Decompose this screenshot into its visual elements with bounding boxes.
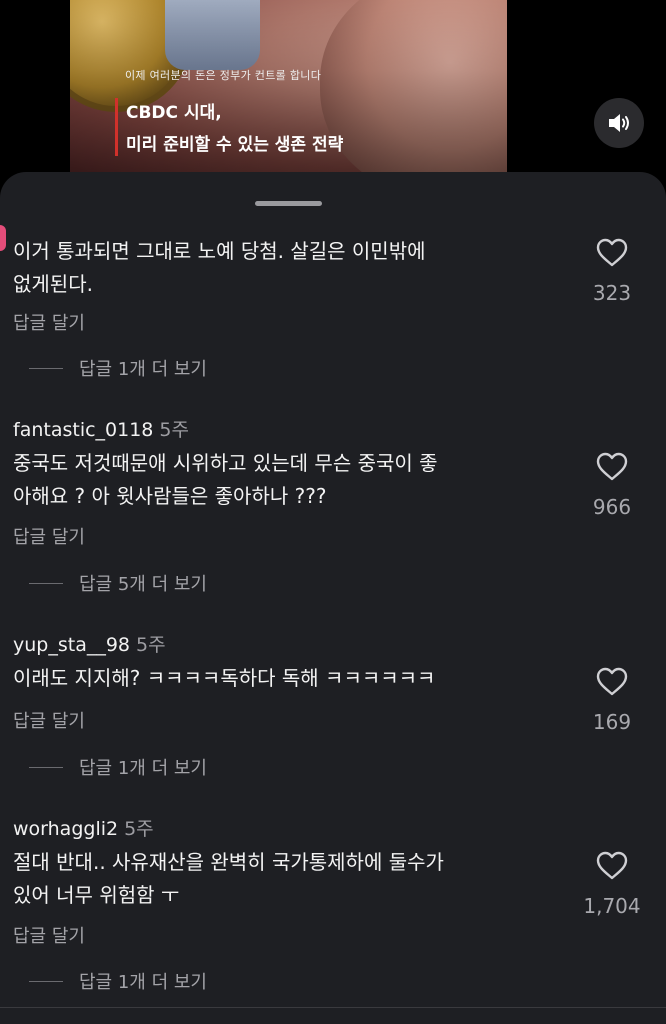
view-replies-button[interactable]: 답글 1개 더 보기	[29, 355, 207, 381]
comment-header: yup_sta__98 5주	[13, 630, 166, 657]
view-replies-label: 답글 1개 더 보기	[79, 758, 207, 779]
comment-text: 이래도 지지해? ㅋㅋㅋㅋ독하다 독해 ㅋㅋㅋㅋㅋㅋ	[13, 662, 573, 695]
comment-time: 5주	[124, 818, 154, 840]
divider-line	[29, 367, 63, 369]
comment-header: worhaggli2 5주	[13, 814, 154, 841]
reply-button[interactable]: 답글 달기	[13, 309, 85, 335]
reply-button[interactable]: 답글 달기	[13, 523, 85, 549]
view-replies-label: 답글 1개 더 보기	[79, 359, 207, 380]
view-replies-button[interactable]: 답글 5개 더 보기	[29, 570, 207, 596]
video-headline: CBDC 시대, 미리 준비할 수 있는 생존 전략	[126, 97, 343, 161]
video-player[interactable]: 이제 여러분의 돈은 정부가 컨트롤 합니다 CBDC 시대, 미리 준비할 수…	[70, 0, 507, 176]
like-button[interactable]: 169	[570, 667, 654, 734]
comment-text-line: 이거 통과되면 그대로 노예 당첨. 살길은 이민밖에	[13, 239, 426, 263]
comment-text-line: 있어 너무 위험함 ㅜ	[13, 883, 180, 907]
like-button[interactable]: 1,704	[570, 851, 654, 918]
bottom-divider	[0, 1007, 666, 1008]
like-button[interactable]: 966	[570, 452, 654, 519]
comment-username[interactable]: worhaggli2	[13, 818, 118, 840]
view-replies-label: 답글 1개 더 보기	[79, 972, 207, 993]
like-button[interactable]: 323	[570, 238, 654, 305]
comment-text: 중국도 저것때문애 시위하고 있는데 무슨 중국이 좋 아해요 ? 아 윗사람들…	[13, 447, 573, 513]
like-count: 323	[592, 281, 632, 305]
comment-text-line: 이래도 지지해? ㅋㅋㅋㅋ독하다 독해 ㅋㅋㅋㅋㅋㅋ	[13, 666, 436, 690]
like-count: 169	[592, 710, 632, 734]
view-replies-button[interactable]: 답글 1개 더 보기	[29, 968, 207, 994]
comment-text-line: 아해요 ? 아 윗사람들은 좋아하나 ???	[13, 484, 327, 508]
heart-icon	[596, 667, 628, 696]
comment-text: 이거 통과되면 그대로 노예 당첨. 살길은 이민밖에 없게된다.	[13, 235, 573, 301]
divider-line	[29, 980, 63, 982]
heart-icon	[596, 851, 628, 880]
like-count: 1,704	[583, 894, 641, 918]
headline-line-1: CBDC 시대,	[126, 103, 222, 123]
comment-time: 5주	[159, 419, 189, 441]
video-subtitle: 이제 여러분의 돈은 정부가 컨트롤 합니다	[125, 69, 322, 82]
sheet-drag-handle[interactable]	[255, 201, 322, 206]
comment-header: fantastic_0118 5주	[13, 415, 189, 442]
like-count: 966	[592, 495, 632, 519]
divider-line	[29, 582, 63, 584]
heart-icon	[596, 238, 628, 267]
comment-text-line: 없게된다.	[13, 272, 93, 296]
avatar-edge	[0, 225, 6, 251]
divider-line	[29, 766, 63, 768]
view-replies-label: 답글 5개 더 보기	[79, 574, 207, 595]
speaker-icon	[609, 114, 629, 132]
comment-text: 절대 반대.. 사유재산을 완벽히 국가통제하에 둘수가 있어 너무 위험함 ㅜ	[13, 846, 573, 912]
mute-button[interactable]	[594, 98, 644, 148]
comment-text-line: 중국도 저것때문애 시위하고 있는데 무슨 중국이 좋	[13, 451, 438, 475]
heart-icon	[596, 452, 628, 481]
reply-button[interactable]: 답글 달기	[13, 922, 85, 948]
comment-username[interactable]: yup_sta__98	[13, 634, 130, 656]
comment-username[interactable]: fantastic_0118	[13, 419, 153, 441]
headline-line-2: 미리 준비할 수 있는 생존 전략	[126, 135, 344, 155]
comment-text-line: 절대 반대.. 사유재산을 완벽히 국가통제하에 둘수가	[13, 850, 444, 874]
comment-time: 5주	[136, 634, 166, 656]
clipped-username: · · · · · ·	[14, 202, 154, 218]
headline-accent-bar	[115, 98, 118, 156]
reply-button[interactable]: 답글 달기	[13, 707, 85, 733]
view-replies-button[interactable]: 답글 1개 더 보기	[29, 754, 207, 780]
comments-sheet: · · · · · · 이거 통과되면 그대로 노예 당첨. 살길은 이민밖에 …	[0, 172, 666, 1024]
